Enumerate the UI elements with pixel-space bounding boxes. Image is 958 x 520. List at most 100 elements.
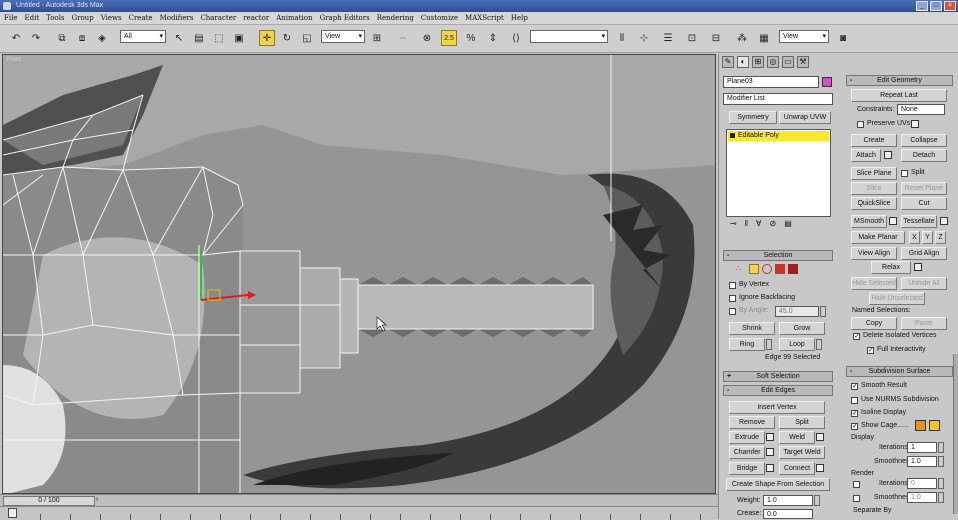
show-cage-checkbox[interactable]: ✓ <box>851 423 858 430</box>
menu-character[interactable]: Character <box>200 12 236 24</box>
time-slider[interactable]: 0 / 100 <box>3 496 95 506</box>
tessellate-settings-icon[interactable] <box>940 217 948 225</box>
render-smoothness-field[interactable]: 1.0 <box>907 492 937 503</box>
reference-coordinate-dropdown[interactable]: View <box>321 30 365 43</box>
edit-edges-rollout-header[interactable]: - Edit Edges <box>723 385 833 396</box>
link-icon[interactable]: ⧉ <box>54 30 70 46</box>
menu-modifiers[interactable]: Modifiers <box>160 12 194 24</box>
menu-customize[interactable]: Customize <box>421 12 458 24</box>
menu-views[interactable]: Views <box>101 12 122 24</box>
next-frame-icon[interactable]: › <box>96 496 98 503</box>
panel-scrollbar[interactable] <box>953 354 958 514</box>
object-color-swatch[interactable] <box>822 77 832 87</box>
edit-named-selection-icon[interactable]: ⟨⟩ <box>508 30 524 46</box>
planar-x-button[interactable]: X <box>909 231 920 244</box>
ring-spinner[interactable] <box>766 339 772 350</box>
make-unique-icon[interactable]: ∀ <box>756 217 761 233</box>
full-interactivity-checkbox[interactable]: ✓ <box>867 347 874 354</box>
pin-stack-icon[interactable]: ⊸ <box>730 217 737 233</box>
modifier-list-dropdown[interactable]: Modifier List <box>723 93 833 105</box>
rotate-icon[interactable]: ↻ <box>279 30 295 46</box>
maximize-button[interactable]: □ <box>930 1 942 11</box>
attach-button[interactable]: Attach <box>851 149 881 162</box>
selection-filter-dropdown[interactable]: All <box>120 30 166 43</box>
use-nurms-checkbox[interactable] <box>851 397 858 404</box>
symmetry-button[interactable]: Symmetry <box>729 111 777 124</box>
schematic-view-icon[interactable]: ⊟ <box>708 30 724 46</box>
polygon-mode-icon[interactable] <box>775 264 785 274</box>
edit-geometry-rollout-header[interactable]: - Edit Geometry <box>846 75 953 86</box>
configure-modifier-icon[interactable]: ▤ <box>784 217 792 233</box>
paste-button[interactable]: Paste <box>901 317 947 330</box>
render-iterations-checkbox[interactable] <box>853 481 860 488</box>
bind-space-warp-icon[interactable]: ◈ <box>94 30 110 46</box>
object-name-field[interactable]: Plane03 <box>723 76 819 88</box>
smooth-result-checkbox[interactable]: ✓ <box>851 383 858 390</box>
bridge-settings-icon[interactable] <box>766 464 774 472</box>
render-iterations-spinner[interactable] <box>938 478 944 489</box>
display-smoothness-field[interactable]: 1.0 <box>907 456 937 467</box>
subdivision-surface-rollout-header[interactable]: - Subdivision Surface <box>846 366 953 377</box>
slice-plane-button[interactable]: Slice Plane <box>851 167 897 180</box>
display-iterations-field[interactable]: 1 <box>907 442 937 453</box>
hide-unselected-button[interactable]: Hide Unselected <box>869 292 925 305</box>
connect-settings-icon[interactable] <box>816 464 824 472</box>
close-button[interactable]: × <box>944 1 956 11</box>
display-tab-icon[interactable]: ▭ <box>782 56 794 68</box>
border-mode-icon[interactable] <box>762 264 772 274</box>
menu-rendering[interactable]: Rendering <box>377 12 414 24</box>
chamfer-button[interactable]: Chamfer <box>729 446 765 459</box>
loop-button[interactable]: Loop <box>779 338 815 351</box>
msmooth-button[interactable]: MSmooth <box>851 215 887 228</box>
track-bar[interactable] <box>0 506 718 520</box>
detach-button[interactable]: Detach <box>901 149 947 162</box>
delete-isolated-checkbox[interactable]: ✓ <box>853 333 860 340</box>
element-mode-icon[interactable] <box>788 264 798 274</box>
chamfer-settings-icon[interactable] <box>766 448 774 456</box>
motion-tab-icon[interactable]: ◎ <box>767 56 779 68</box>
cut-button[interactable]: Cut <box>901 197 947 210</box>
pivot-center-icon[interactable]: ⊞ <box>369 30 385 46</box>
render-smoothness-spinner[interactable] <box>938 492 944 503</box>
move-icon[interactable]: ✛ <box>259 30 275 46</box>
percent-snap-icon[interactable]: % <box>463 30 479 46</box>
make-planar-button[interactable]: Make Planar <box>851 231 905 244</box>
split-checkbox[interactable] <box>901 170 908 177</box>
planar-y-button[interactable]: Y <box>922 231 933 244</box>
utilities-tab-icon[interactable]: ⚒ <box>797 56 809 68</box>
insert-vertex-button[interactable]: Insert Vertex <box>729 401 825 414</box>
angle-snap-icon[interactable]: 2.5 <box>441 30 457 46</box>
menu-reactor[interactable]: reactor <box>243 12 269 24</box>
edge-mode-icon[interactable] <box>749 264 759 274</box>
cage-selected-color-swatch[interactable] <box>929 420 940 431</box>
render-iterations-field[interactable]: 0 <box>907 478 937 489</box>
mirror-icon[interactable]: ⫴ <box>614 30 630 46</box>
menu-maxscript[interactable]: MAXScript <box>465 12 504 24</box>
loop-spinner[interactable] <box>816 339 822 350</box>
menu-animation[interactable]: Animation <box>276 12 312 24</box>
select-manipulate-icon[interactable]: ⋯ <box>395 30 411 46</box>
slice-button[interactable]: Slice <box>851 182 897 195</box>
connect-button[interactable]: Connect <box>779 462 815 475</box>
rectangular-selection-icon[interactable]: ⬚ <box>211 30 227 46</box>
select-by-name-icon[interactable]: ▤ <box>191 30 207 46</box>
display-smoothness-spinner[interactable] <box>938 456 944 467</box>
soft-selection-rollout-header[interactable]: + Soft Selection <box>723 371 833 382</box>
align-icon[interactable]: ⊹ <box>636 30 652 46</box>
curve-editor-icon[interactable]: ⊡ <box>684 30 700 46</box>
layer-manager-icon[interactable]: ☰ <box>660 30 676 46</box>
ignore-backfacing-checkbox[interactable] <box>729 295 736 302</box>
minimize-button[interactable]: _ <box>916 1 928 11</box>
hide-selected-button[interactable]: Hide Selected <box>851 277 897 290</box>
named-selection-dropdown[interactable] <box>530 30 608 43</box>
redo-icon[interactable]: ↷ <box>28 30 44 46</box>
vertex-mode-icon[interactable]: ∴ <box>736 264 746 274</box>
snap-toggle-icon[interactable]: ⊗ <box>419 30 435 46</box>
window-crossing-icon[interactable]: ▣ <box>231 30 247 46</box>
split-edge-button[interactable]: Split <box>779 416 825 429</box>
stack-item-editable-poly[interactable]: Editable Poly <box>728 131 829 141</box>
remove-button[interactable]: Remove <box>729 416 775 429</box>
isoline-display-checkbox[interactable]: ✓ <box>851 410 858 417</box>
unwrap-uvw-button[interactable]: Unwrap UVW <box>779 111 831 124</box>
render-smoothness-checkbox[interactable] <box>853 495 860 502</box>
